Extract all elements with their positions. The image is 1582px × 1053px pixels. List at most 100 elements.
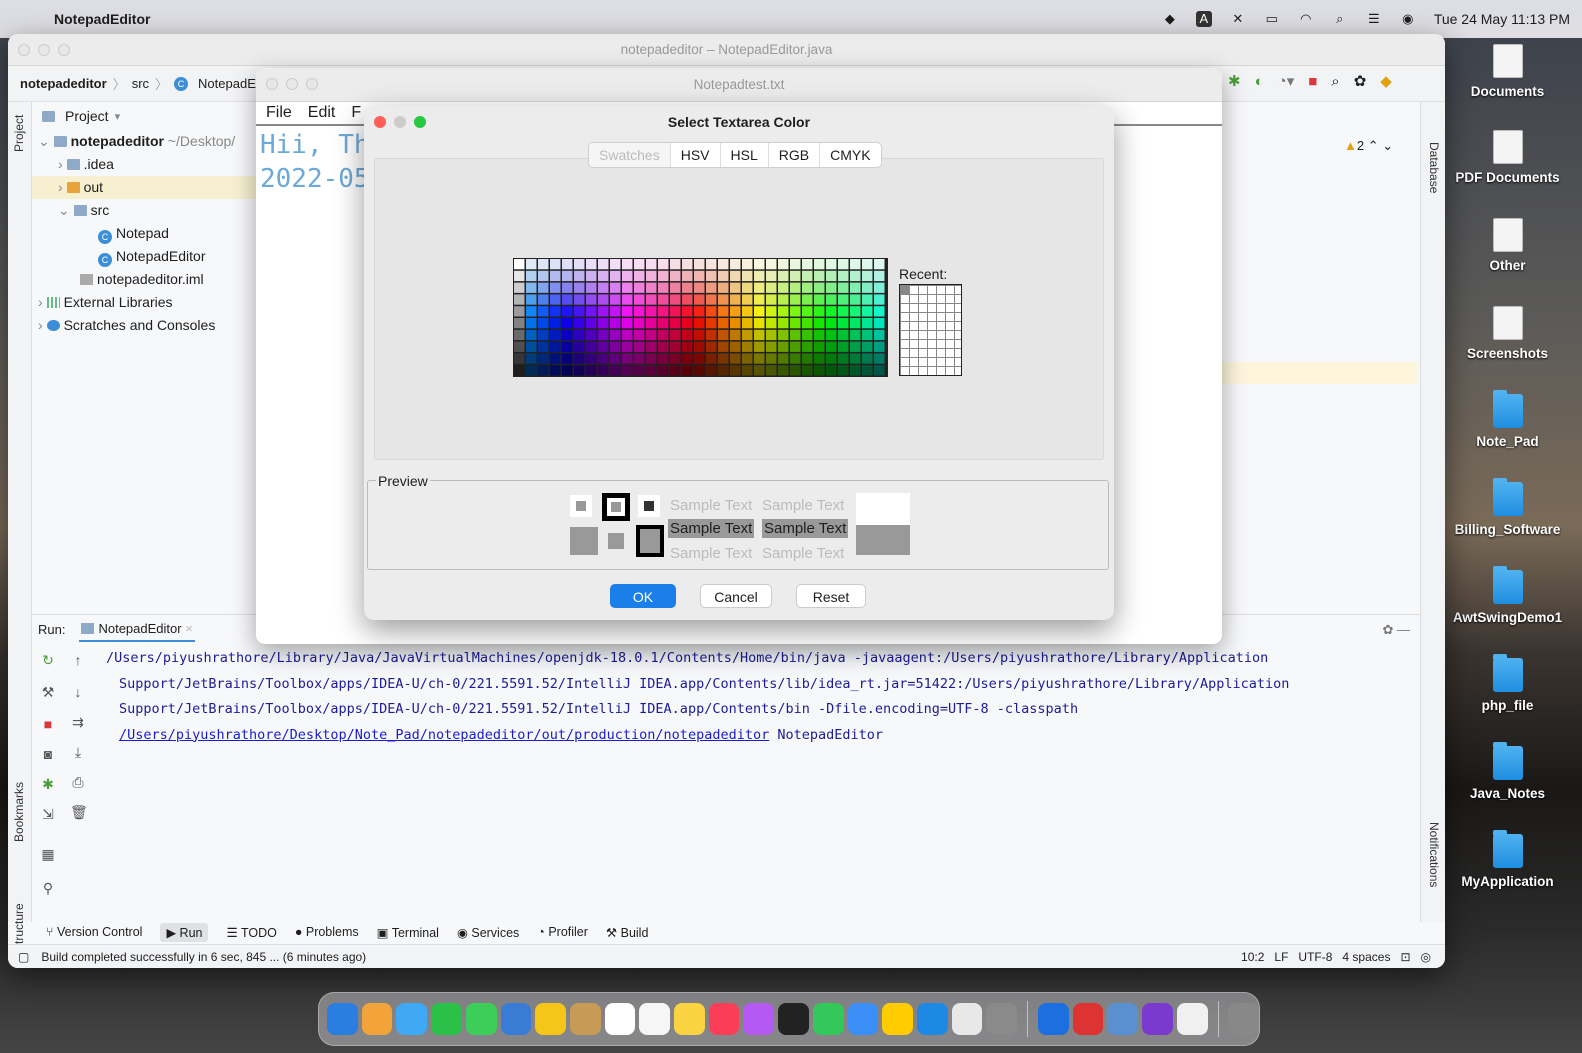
color-swatch[interactable] — [814, 306, 825, 317]
color-swatch[interactable] — [598, 294, 609, 305]
battery-icon[interactable]: ▭ — [1264, 11, 1280, 27]
music-icon[interactable] — [708, 1003, 740, 1035]
color-swatch[interactable] — [766, 341, 777, 352]
color-swatch[interactable] — [646, 259, 657, 270]
tab-build[interactable]: ⚒ Build — [606, 925, 648, 940]
menu-file[interactable]: File — [266, 104, 292, 122]
color-swatch[interactable] — [754, 270, 765, 282]
color-swatch[interactable] — [622, 294, 633, 305]
color-swatch[interactable] — [634, 294, 645, 305]
pin-icon[interactable]: ⚲ — [40, 880, 56, 896]
color-swatch[interactable] — [850, 259, 861, 270]
desktop-icon-java-notes[interactable]: Java_Notes — [1450, 742, 1565, 801]
color-swatch[interactable] — [790, 318, 801, 329]
color-swatch[interactable] — [682, 341, 693, 352]
console-output[interactable]: /Users/piyushrathore/Library/Java/JavaVi… — [106, 646, 1416, 916]
color-swatch[interactable] — [682, 318, 693, 329]
color-swatch[interactable] — [634, 353, 645, 364]
color-swatch[interactable] — [718, 318, 729, 329]
color-swatch[interactable] — [838, 353, 849, 364]
color-swatch[interactable] — [838, 365, 849, 376]
color-swatch[interactable] — [550, 318, 561, 329]
color-swatch[interactable] — [694, 318, 705, 329]
color-swatch[interactable] — [622, 341, 633, 352]
color-swatch[interactable] — [538, 294, 549, 305]
color-swatch[interactable] — [550, 329, 561, 341]
color-swatch[interactable] — [682, 306, 693, 317]
color-swatch[interactable] — [850, 365, 861, 376]
color-swatch[interactable] — [826, 294, 837, 305]
caret-position[interactable]: 10:2 — [1241, 950, 1264, 964]
color-swatch[interactable] — [598, 259, 609, 270]
color-swatch[interactable] — [862, 282, 873, 293]
podcasts-icon[interactable] — [743, 1003, 775, 1035]
color-swatch[interactable] — [538, 341, 549, 352]
color-swatch[interactable] — [526, 341, 537, 352]
color-swatch[interactable] — [586, 365, 597, 376]
tab-run[interactable]: ▶ Run — [160, 922, 209, 942]
color-swatch[interactable] — [826, 282, 837, 293]
color-swatch[interactable] — [730, 259, 741, 270]
color-swatch[interactable] — [598, 270, 609, 282]
color-swatch[interactable] — [706, 353, 717, 364]
color-swatch[interactable] — [694, 341, 705, 352]
color-swatch[interactable] — [754, 353, 765, 364]
color-swatch[interactable] — [766, 365, 777, 376]
color-swatch[interactable] — [562, 365, 573, 376]
color-swatch[interactable] — [622, 259, 633, 270]
color-swatch[interactable] — [658, 259, 669, 270]
color-swatch[interactable] — [634, 282, 645, 293]
stop-icon[interactable]: ■ — [1308, 73, 1317, 90]
color-swatch[interactable] — [742, 259, 753, 270]
zoom-icon[interactable] — [306, 78, 318, 90]
color-swatch[interactable] — [658, 365, 669, 376]
color-swatch[interactable] — [814, 270, 825, 282]
color-swatch[interactable] — [562, 318, 573, 329]
color-swatch[interactable] — [526, 306, 537, 317]
color-swatch[interactable] — [610, 306, 621, 317]
color-swatch[interactable] — [718, 306, 729, 317]
minimize-icon[interactable] — [286, 78, 298, 90]
color-swatch[interactable] — [574, 341, 585, 352]
color-swatch[interactable] — [694, 294, 705, 305]
menu-edit[interactable]: Edit — [308, 104, 336, 122]
color-swatch[interactable] — [586, 270, 597, 282]
color-swatch[interactable] — [646, 282, 657, 293]
color-swatch[interactable] — [694, 270, 705, 282]
color-swatch[interactable] — [526, 259, 537, 270]
tab-hsv[interactable]: HSV — [671, 143, 721, 167]
breadcrumb-project[interactable]: notepadeditor — [20, 76, 107, 91]
color-swatch[interactable] — [562, 353, 573, 364]
color-swatch[interactable] — [814, 318, 825, 329]
color-swatch[interactable] — [754, 329, 765, 341]
color-swatch[interactable] — [718, 341, 729, 352]
color-swatch[interactable] — [862, 341, 873, 352]
desktop-icon-note-pad[interactable]: Note_Pad — [1450, 390, 1565, 449]
scroll-to-end-icon[interactable]: ⤓ — [70, 744, 86, 760]
color-swatch[interactable] — [730, 341, 741, 352]
color-swatch[interactable] — [694, 259, 705, 270]
lock-icon[interactable]: ⊡ — [1400, 950, 1410, 964]
color-swatch[interactable] — [802, 294, 813, 305]
color-swatch[interactable] — [658, 270, 669, 282]
breadcrumb-src[interactable]: src — [132, 76, 149, 91]
color-swatch[interactable] — [670, 306, 681, 317]
vscode-icon[interactable] — [1038, 1003, 1069, 1035]
chrome-icon[interactable] — [951, 1003, 983, 1035]
color-swatch[interactable] — [718, 329, 729, 341]
tree-item-root[interactable]: ⌄ notepadeditor ~/Desktop/ — [32, 130, 280, 153]
color-swatch[interactable] — [574, 353, 585, 364]
color-swatch[interactable] — [826, 365, 837, 376]
color-swatch[interactable] — [514, 318, 525, 329]
color-swatch[interactable] — [766, 318, 777, 329]
color-swatch[interactable] — [670, 282, 681, 293]
color-swatch[interactable] — [850, 329, 861, 341]
color-swatch[interactable] — [838, 294, 849, 305]
color-swatch[interactable] — [574, 282, 585, 293]
search-icon[interactable]: ⌕ — [1332, 11, 1348, 27]
console-link[interactable]: /Users/piyushrathore/Desktop/Note_Pad/no… — [119, 727, 769, 743]
color-swatch[interactable] — [778, 306, 789, 317]
color-swatch[interactable] — [706, 329, 717, 341]
color-swatch[interactable] — [850, 270, 861, 282]
color-swatch[interactable] — [850, 353, 861, 364]
